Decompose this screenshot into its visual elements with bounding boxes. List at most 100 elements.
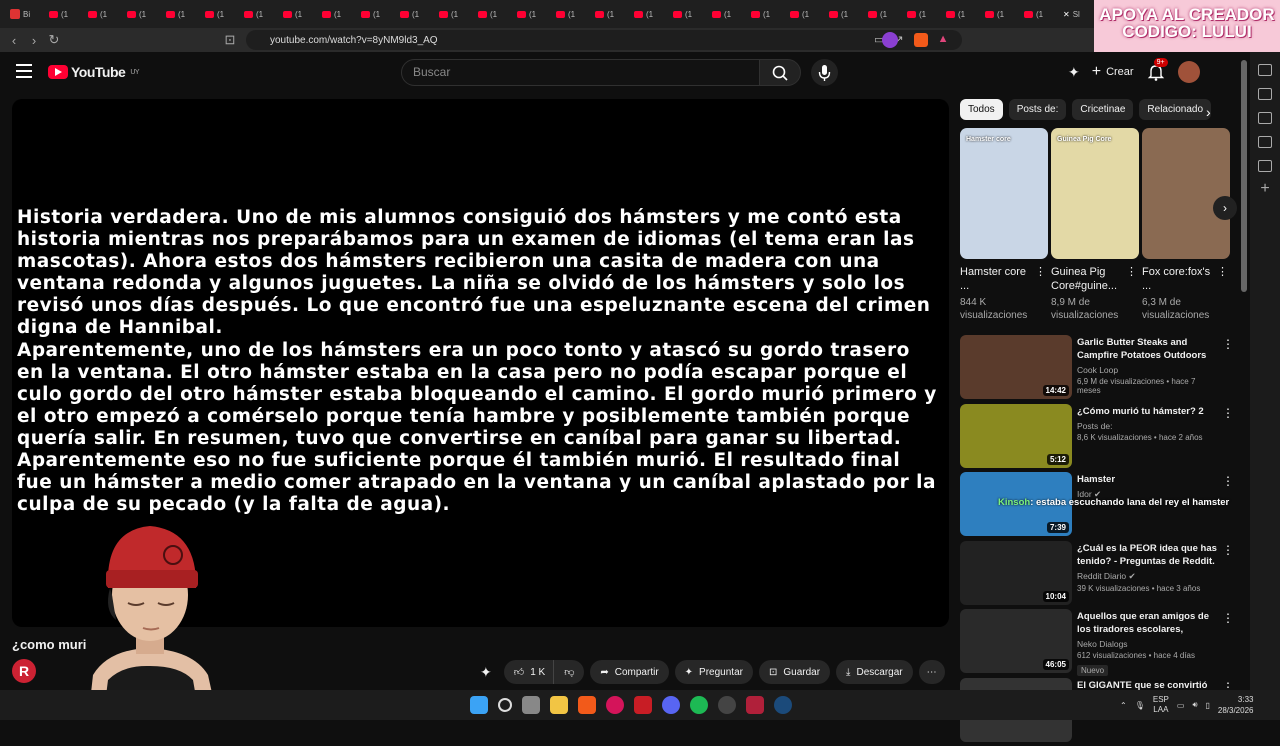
browser-tab[interactable]: (1 (903, 4, 942, 24)
browser-tab[interactable]: (1 (396, 4, 435, 24)
streaming-app-icon[interactable] (746, 696, 764, 714)
sidebar-bookmarks-icon[interactable] (1258, 112, 1272, 124)
short-thumbnail[interactable]: Hamster core (960, 128, 1048, 259)
share-button[interactable]: ➦ Compartir (590, 660, 669, 684)
video-channel[interactable]: Posts de: (1077, 421, 1217, 431)
filter-chip[interactable]: Todos (960, 99, 1003, 120)
browser-tab[interactable]: Bi (6, 4, 45, 24)
browser-tab[interactable]: (1 (279, 4, 318, 24)
back-icon[interactable]: ‹ (4, 33, 24, 48)
browser-tab[interactable]: (1 (669, 4, 708, 24)
recommended-video[interactable]: 10:04 ¿Cuál es la PEOR idea que has tenid… (960, 540, 1235, 609)
discord-icon[interactable] (662, 696, 680, 714)
short-title[interactable]: Guinea Pig Core#guine... ⋮ (1051, 265, 1139, 293)
browser-tab[interactable]: (1 (630, 4, 669, 24)
more-vert-icon[interactable]: ⋮ (1222, 611, 1234, 625)
channel-avatar[interactable]: R (12, 659, 36, 683)
browser-tab[interactable]: (1 (747, 4, 786, 24)
chevron-right-icon[interactable]: › (1206, 104, 1211, 120)
video-title-text[interactable]: Garlic Butter Steaks and Campfire Potato… (1077, 336, 1217, 362)
gemini-icon[interactable]: ✦ (1068, 64, 1080, 81)
more-vert-icon[interactable]: ⋮ (1217, 265, 1228, 279)
short-title[interactable]: Fox core:fox's ... ⋮ (1142, 265, 1230, 293)
browser-tab[interactable]: (1 (435, 4, 474, 24)
bookmark-icon[interactable]: ⊡ (220, 32, 240, 48)
sidebar-wallet-icon[interactable] (1258, 64, 1272, 76)
browser-tab[interactable]: (1 (240, 4, 279, 24)
recommended-video[interactable]: 5:12 ¿Cómo murió tu hámster? 2 Posts de: 8,… (960, 403, 1235, 472)
video-title-text[interactable]: Aquellos que eran amigos de los tiradore… (1077, 610, 1217, 636)
browser-tab[interactable]: (1 (591, 4, 630, 24)
browser-tab[interactable]: (1 (357, 4, 396, 24)
browser-tab[interactable]: (1 (474, 4, 513, 24)
more-vert-icon[interactable]: ⋮ (1126, 265, 1137, 279)
video-channel[interactable]: Reddit Diario ✔︎ (1077, 571, 1217, 582)
recommended-video[interactable]: 46:05 Aquellos que eran amigos de los tir… (960, 609, 1235, 677)
notifications-button[interactable]: 9+ (1146, 58, 1168, 82)
extension-icon[interactable] (882, 32, 898, 48)
video-title-text[interactable]: Hamster (1077, 473, 1217, 486)
short-card[interactable]: Fox core:fox's ... ⋮ 6,3 M de visualizacio… (1142, 128, 1230, 322)
browser-tab[interactable]: (1 (864, 4, 903, 24)
download-button[interactable]: ⤓ Descargar (836, 660, 913, 684)
adobe-icon[interactable] (634, 696, 652, 714)
short-title[interactable]: Hamster core ... ⋮ (960, 265, 1048, 293)
sidebar-history-icon[interactable] (1258, 136, 1272, 148)
video-thumbnail[interactable]: 14:42 (960, 335, 1072, 399)
browser-tab[interactable]: (1 (123, 4, 162, 24)
sidebar-add-icon[interactable]: + (1250, 180, 1280, 198)
voice-search-button[interactable] (811, 59, 838, 86)
page-scrollbar[interactable] (1241, 60, 1247, 292)
tray-mic-icon[interactable]: 🎙︎ (1135, 701, 1145, 710)
network-icon[interactable]: ▭ (1177, 701, 1185, 710)
tray-chevron-icon[interactable]: ⌃ (1120, 701, 1127, 710)
like-button[interactable]: 👍︎ 1 K (503, 660, 554, 684)
search-button[interactable] (759, 59, 801, 86)
steam-icon[interactable] (774, 696, 792, 714)
media-player-icon[interactable] (606, 696, 624, 714)
task-view-icon[interactable] (522, 696, 540, 714)
battery-icon[interactable]: ▯ (1205, 701, 1209, 710)
browser-tab[interactable]: ✕ Sl (1059, 4, 1098, 24)
more-vert-icon[interactable]: ⋮ (1222, 474, 1234, 488)
brave-browser-icon[interactable] (578, 696, 596, 714)
browser-tab[interactable]: (1 (84, 4, 123, 24)
volume-icon[interactable]: 🔊︎ (1192, 700, 1197, 710)
browser-tab[interactable]: (1 (513, 4, 552, 24)
browser-tab[interactable]: (1 (786, 4, 825, 24)
video-thumbnail[interactable]: 10:04 (960, 540, 1072, 605)
browser-tab[interactable]: (1 (825, 4, 864, 24)
save-button[interactable]: ⊡ Guardar (758, 660, 831, 684)
more-vert-icon[interactable]: ⋮ (1222, 543, 1234, 557)
more-vert-icon[interactable]: ⋮ (1222, 337, 1234, 351)
filter-chip[interactable]: Relacionado (1139, 99, 1212, 120)
taskbar-search-icon[interactable] (498, 698, 512, 712)
brave-shield-icon[interactable] (913, 33, 928, 47)
video-title-text[interactable]: ¿Cuál es la PEOR idea que has tenido? - … (1077, 542, 1217, 568)
clock[interactable]: 3:33 28/3/2026 (1218, 694, 1254, 716)
video-title-text[interactable]: ¿Cómo murió tu hámster? 2 (1077, 405, 1217, 418)
account-avatar[interactable] (1177, 61, 1200, 83)
video-channel[interactable]: Cook Loop (1077, 365, 1217, 375)
rewards-icon[interactable]: ▲ (938, 33, 949, 47)
dislike-button[interactable]: 👎︎ (553, 660, 585, 684)
more-vert-icon[interactable]: ⋮ (1222, 406, 1234, 420)
browser-tab[interactable]: (1 (201, 4, 240, 24)
browser-tab[interactable]: (1 (942, 4, 981, 24)
spotify-icon[interactable] (690, 696, 708, 714)
menu-icon[interactable] (16, 64, 32, 78)
language-indicator[interactable]: ESP LAA (1153, 695, 1169, 715)
search-input[interactable]: Buscar (401, 59, 760, 86)
browser-tab[interactable]: (1 (45, 4, 84, 24)
reload-icon[interactable]: ↻ (44, 32, 64, 48)
more-actions-button[interactable]: ⋯ (918, 660, 945, 684)
create-button[interactable]: + Crear (1092, 63, 1134, 81)
url-field[interactable]: youtube.com/watch?v=8yNM9ld3_AQ (246, 30, 962, 50)
file-explorer-icon[interactable] (550, 696, 568, 714)
sidebar-reading-icon[interactable] (1258, 88, 1272, 100)
browser-tab[interactable]: (1 (552, 4, 591, 24)
obs-icon[interactable] (718, 696, 736, 714)
sidebar-notes-icon[interactable] (1258, 160, 1272, 172)
short-card[interactable]: Hamster core Hamster core ... ⋮ 844 K visua… (960, 128, 1048, 322)
browser-tab[interactable]: (1 (981, 4, 1020, 24)
